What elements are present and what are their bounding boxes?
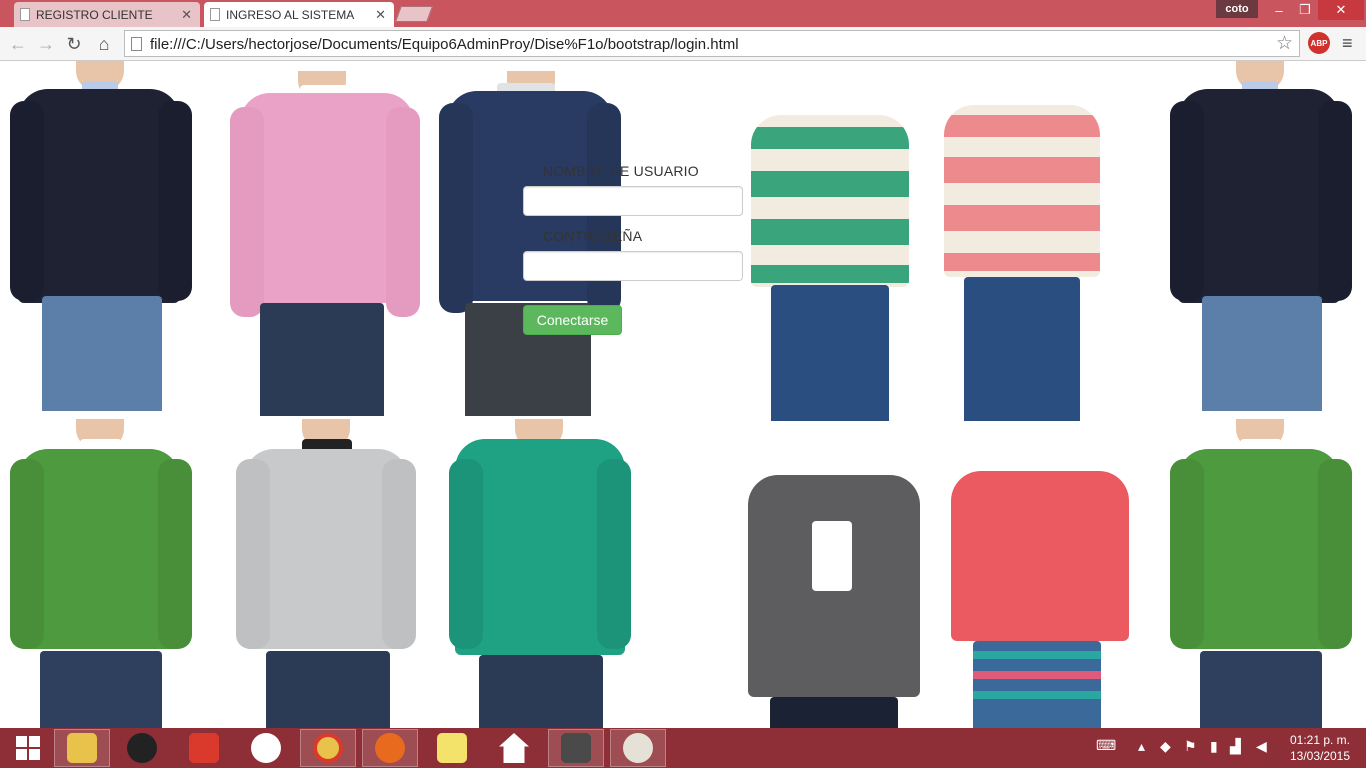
username-label: NOMBRE DE USUARIO — [543, 163, 699, 179]
model-photo-pink-striped-woman — [940, 71, 1105, 421]
battery-icon[interactable]: ▮ — [1210, 738, 1218, 755]
home-icon[interactable]: ⌂ — [92, 32, 116, 56]
sticky-notes-icon — [437, 733, 467, 763]
folder-icon — [67, 733, 97, 763]
clock[interactable]: 01:21 p. m. 13/03/2015 — [1274, 732, 1366, 764]
dropbox-icon[interactable]: ◆ — [1160, 738, 1171, 755]
model-photo-navy-sweater-man — [0, 61, 200, 411]
password-input[interactable] — [523, 251, 743, 281]
tab-ingreso-al-sistema[interactable]: INGRESO AL SISTEMA ✕ — [204, 2, 394, 27]
forward-arrow-icon[interactable]: → — [34, 32, 58, 56]
taskbar-chrome[interactable] — [300, 729, 356, 767]
start-button[interactable] — [0, 729, 56, 767]
close-tab-icon[interactable]: ✕ — [375, 7, 386, 23]
minimize-icon[interactable]: – — [1264, 0, 1294, 20]
taskbar-webcam[interactable] — [114, 729, 170, 767]
network-signal-icon[interactable]: ▟ — [1230, 738, 1241, 755]
taskbar-sublime-text[interactable] — [548, 729, 604, 767]
clock-time: 01:21 p. m. — [1289, 733, 1351, 747]
close-window-icon[interactable]: ✕ — [1318, 0, 1364, 20]
page-icon — [131, 37, 142, 51]
username-input[interactable] — [523, 186, 743, 216]
tab-registro-cliente[interactable]: REGISTRO CLIENTE ✕ — [14, 2, 200, 27]
action-center-icon[interactable]: ⚑ — [1184, 738, 1197, 755]
taskbar-firefox[interactable] — [362, 729, 418, 767]
profile-button[interactable]: coto — [1216, 0, 1258, 18]
browser-toolbar: ← → ↻ ⌂ file:///C:/Users/hectorjose/Docu… — [0, 27, 1366, 61]
show-hidden-icons-icon[interactable]: ▴ — [1138, 738, 1145, 755]
home-icon — [499, 733, 529, 763]
url-text[interactable]: file:///C:/Users/hectorjose/Documents/Eq… — [150, 36, 739, 53]
app-grid-icon — [189, 733, 219, 763]
model-photo-green-striped-woman — [745, 71, 915, 421]
model-photo-navy-sweater-man-2 — [1160, 61, 1360, 411]
paint-icon — [623, 733, 653, 763]
bookmark-star-icon[interactable]: ☆ — [1276, 32, 1293, 55]
page-background: NOMBRE DE USUARIO CONTRASEÑA Conectarse — [0, 61, 1366, 728]
model-photo-pink-sweater-man — [220, 71, 430, 416]
webcam-icon — [127, 733, 157, 763]
model-photo-grey-cardigan-woman — [740, 441, 930, 728]
windows-taskbar: ⌨ ▴ ◆ ⚑ ▮ ▟ ◀ 01:21 p. m. 13/03/2015 — [0, 728, 1366, 768]
reload-icon[interactable]: ↻ — [62, 32, 86, 56]
taskbar-sticky-notes[interactable] — [424, 729, 480, 767]
page-icon — [210, 8, 220, 21]
page-icon — [20, 8, 30, 21]
model-photo-grey-sweater-man — [230, 419, 420, 728]
password-label: CONTRASEÑA — [543, 228, 643, 244]
windows-logo-icon — [16, 736, 40, 760]
tab-title: REGISTRO CLIENTE — [36, 7, 153, 22]
model-photo-green-sweater-man — [0, 419, 200, 728]
close-tab-icon[interactable]: ✕ — [181, 7, 192, 23]
taskbar-paint[interactable] — [610, 729, 666, 767]
connect-button[interactable]: Conectarse — [523, 305, 622, 335]
taskbar-file-explorer[interactable] — [54, 729, 110, 767]
firefox-icon — [375, 733, 405, 763]
sublime-text-icon — [561, 733, 591, 763]
tab-title: INGRESO AL SISTEMA — [226, 7, 355, 22]
address-bar[interactable]: file:///C:/Users/hectorjose/Documents/Eq… — [124, 30, 1300, 57]
clock-date: 13/03/2015 — [1289, 749, 1351, 763]
taskbar-home[interactable] — [486, 729, 542, 767]
volume-icon[interactable]: ◀ — [1256, 738, 1267, 755]
hp-logo-icon — [251, 733, 281, 763]
browser-tab-strip: REGISTRO CLIENTE ✕ INGRESO AL SISTEMA ✕ … — [0, 0, 1366, 27]
new-tab-button[interactable] — [395, 6, 433, 22]
model-photo-teal-hoodie-man — [445, 419, 635, 728]
taskbar-app-grid[interactable] — [176, 729, 232, 767]
back-arrow-icon[interactable]: ← — [6, 32, 30, 56]
chrome-menu-icon[interactable]: ≡ — [1342, 33, 1358, 53]
adblock-plus-icon[interactable]: ABP — [1308, 32, 1330, 54]
restore-icon[interactable]: ❐ — [1292, 0, 1318, 20]
model-photo-green-sweater-man-2 — [1160, 419, 1360, 728]
chrome-icon — [313, 733, 343, 763]
model-photo-coral-sweater-woman — [945, 441, 1135, 728]
keyboard-icon[interactable]: ⌨ — [1096, 737, 1116, 754]
taskbar-hp[interactable] — [238, 729, 294, 767]
